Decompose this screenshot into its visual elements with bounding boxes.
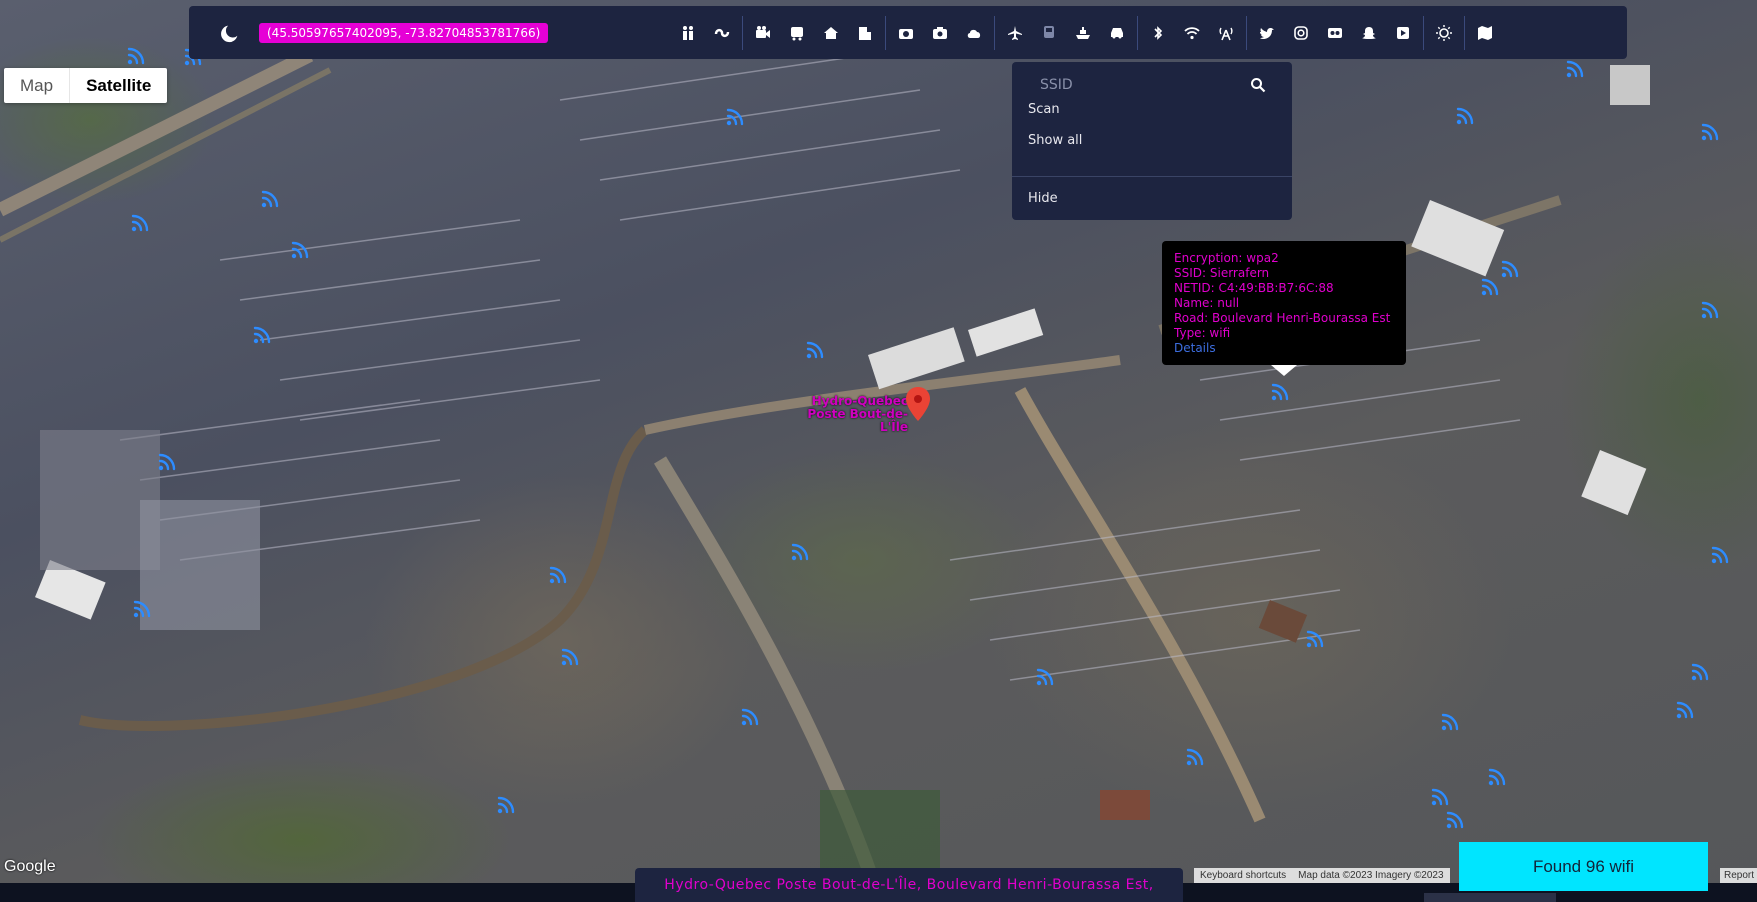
map-data-text: Map data ©2023 Imagery ©2023 <box>1298 870 1444 881</box>
wifi-marker-icon[interactable] <box>1700 298 1722 320</box>
wifi-marker-icon[interactable] <box>560 645 582 667</box>
wifi-marker-icon[interactable] <box>1690 660 1712 682</box>
wifi-marker-icon[interactable] <box>1430 785 1452 807</box>
show-all-menu-item[interactable]: Show all <box>1028 133 1082 148</box>
info-type: Type: wifi <box>1174 326 1231 340</box>
plane-icon[interactable] <box>1005 23 1025 43</box>
wifi-marker-icon[interactable] <box>1700 120 1722 142</box>
wifi-marker-icon[interactable] <box>252 323 274 345</box>
wifi-marker-icon[interactable] <box>1710 543 1732 565</box>
wifi-info-window: Encryption: wpa2 SSID: Sierrafern NETID:… <box>1162 241 1406 365</box>
bus-icon[interactable] <box>787 23 807 43</box>
scan-menu-item[interactable]: Scan <box>1028 102 1060 117</box>
wifi-marker-icon[interactable] <box>1035 665 1057 687</box>
people-icon[interactable] <box>678 23 698 43</box>
wifi-marker-icon[interactable] <box>290 238 312 260</box>
cloud-icon[interactable] <box>964 23 984 43</box>
found-wifi-button[interactable]: Found 96 wifi <box>1459 842 1708 891</box>
hide-menu-item[interactable]: Hide <box>1028 191 1058 206</box>
coordinates-badge: (45.50597657402095, -73.82704853781766) <box>259 22 549 43</box>
train-icon[interactable] <box>1039 23 1059 43</box>
wifi-marker-icon[interactable] <box>790 540 812 562</box>
map-icon[interactable] <box>1475 23 1495 43</box>
camera-alt-icon[interactable] <box>930 23 950 43</box>
info-window-pointer <box>1271 365 1297 376</box>
toolbar-group <box>743 15 887 50</box>
wifi-dropdown-menu: Scan Show all Hide <box>1012 62 1292 220</box>
tower-icon[interactable] <box>1216 23 1236 43</box>
wifi-marker-icon[interactable] <box>1565 57 1587 79</box>
wifi-marker-icon[interactable] <box>260 187 282 209</box>
wifi-marker-icon[interactable] <box>1270 380 1292 402</box>
youtube-icon[interactable] <box>1393 23 1413 43</box>
search-icon[interactable] <box>1250 77 1266 93</box>
twitter-icon[interactable] <box>1257 23 1277 43</box>
ssid-input[interactable] <box>1028 77 1250 93</box>
toolbar-group <box>1247 15 1425 50</box>
ship-icon[interactable] <box>1073 23 1093 43</box>
wifi-marker-icon[interactable] <box>1500 257 1522 279</box>
location-pin-icon[interactable] <box>906 387 930 421</box>
toolbar-icon-groups <box>668 15 1505 50</box>
car-icon[interactable] <box>1107 23 1127 43</box>
moon-icon[interactable] <box>219 22 241 44</box>
bluetooth-icon[interactable] <box>1148 23 1168 43</box>
wifi-marker-icon[interactable] <box>725 105 747 127</box>
map-type-control: Map Satellite <box>4 68 168 103</box>
wifi-marker-icon[interactable] <box>157 450 179 472</box>
wifi-marker-icon[interactable] <box>548 563 570 585</box>
bottom-tab[interactable] <box>1424 893 1556 902</box>
wifi-marker-icon[interactable] <box>805 338 827 360</box>
wifi-marker-icon[interactable] <box>1480 275 1502 297</box>
wifi-marker-icon[interactable] <box>1440 710 1462 732</box>
ssid-search <box>1028 70 1276 100</box>
top-toolbar: (45.50597657402095, -73.82704853781766) <box>189 6 1627 59</box>
snapchat-icon[interactable] <box>1359 23 1379 43</box>
wifi-marker-icon[interactable] <box>1675 698 1697 720</box>
camera-icon[interactable] <box>896 23 916 43</box>
wifi-marker-icon[interactable] <box>1445 808 1467 830</box>
info-name: Name: null <box>1174 296 1240 310</box>
instagram-icon[interactable] <box>1291 23 1311 43</box>
toolbar-group <box>1138 15 1248 50</box>
wifi-marker-icon[interactable] <box>126 44 148 66</box>
wifi-marker-icon[interactable] <box>740 705 762 727</box>
video-camera-icon[interactable] <box>753 23 773 43</box>
wifi-marker-icon[interactable] <box>132 597 154 619</box>
toolbar-group <box>995 15 1139 50</box>
toolbar-group <box>886 15 996 50</box>
map-type-satellite-button[interactable]: Satellite <box>69 68 167 103</box>
toolbar-group <box>668 15 744 50</box>
info-details-link[interactable]: Details <box>1174 341 1394 356</box>
report-link[interactable]: Report <box>1720 868 1757 883</box>
sun-icon[interactable] <box>1434 23 1454 43</box>
wifi-marker-icon[interactable] <box>1305 627 1327 649</box>
info-encryption: Encryption: wpa2 <box>1174 251 1279 265</box>
keyboard-shortcuts-link[interactable]: Keyboard shortcuts <box>1194 868 1292 883</box>
address-bar: Hydro-Quebec Poste Bout-de-L'Île, Boulev… <box>635 868 1183 902</box>
info-ssid: SSID: Sierrafern <box>1174 266 1270 280</box>
map-type-map-button[interactable]: Map <box>4 68 69 103</box>
toolbar-group <box>1465 16 1505 50</box>
wifi-marker-icon[interactable] <box>1455 104 1477 126</box>
marker-label: Hydro-Quebec Poste Bout-de-L'Île <box>807 394 908 434</box>
building-icon[interactable] <box>855 23 875 43</box>
house-icon[interactable] <box>821 23 841 43</box>
worm-icon[interactable] <box>712 23 732 43</box>
info-netid: NETID: C4:49:BB:B7:6C:88 <box>1174 281 1334 295</box>
menu-divider <box>1012 176 1292 177</box>
wifi-marker-icon[interactable] <box>1487 765 1509 787</box>
wifi-icon[interactable] <box>1182 23 1202 43</box>
info-road: Road: Boulevard Henri-Bourassa Est <box>1174 311 1391 325</box>
flickr-icon[interactable] <box>1325 23 1345 43</box>
toolbar-group <box>1424 15 1466 50</box>
google-logo: Google <box>4 858 56 875</box>
map-attribution: Keyboard shortcuts Map data ©2023 Imager… <box>1194 868 1450 883</box>
wifi-marker-icon[interactable] <box>130 211 152 233</box>
wifi-marker-icon[interactable] <box>1185 745 1207 767</box>
wifi-marker-icon[interactable] <box>496 793 518 815</box>
